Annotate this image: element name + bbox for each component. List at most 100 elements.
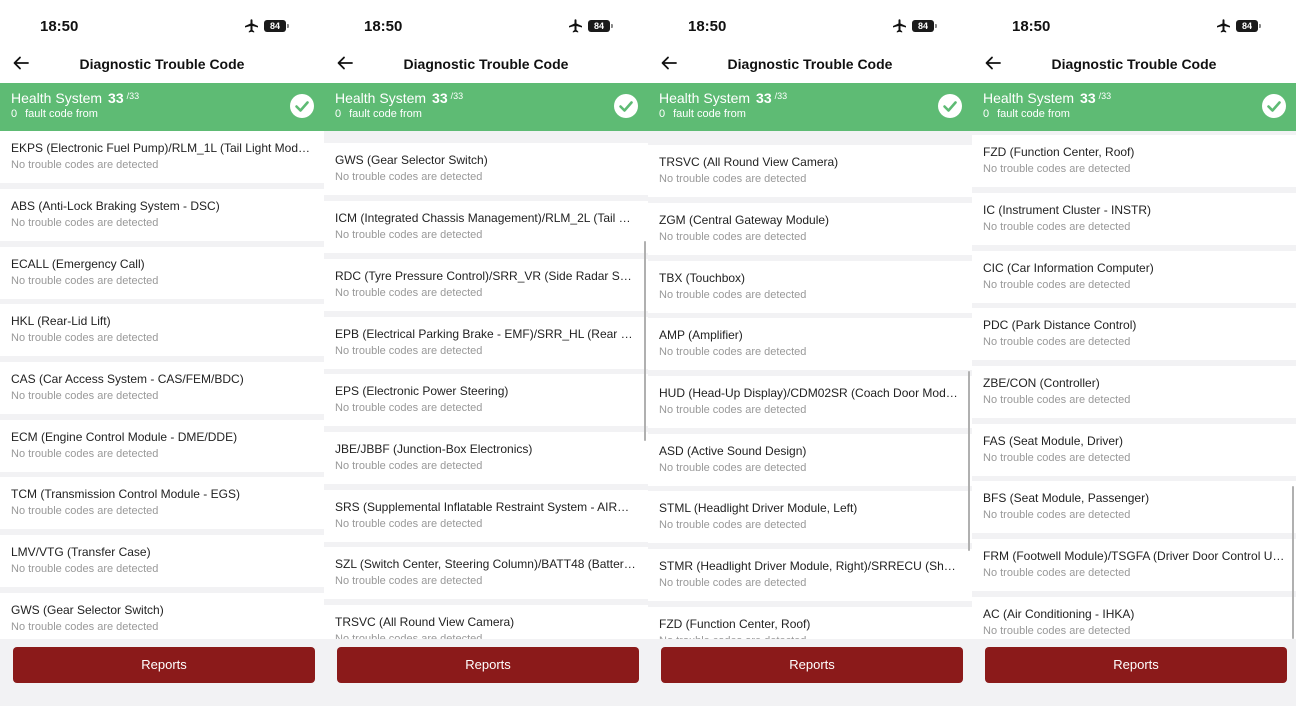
module-list-item[interactable]: EPB (Electrical Parking Brake - EMF)/SRR…	[324, 317, 648, 369]
module-list-item[interactable]: ABS (Anti-Lock Braking System - DSC) No t…	[0, 189, 324, 241]
module-list-item[interactable]: HUD (Head-Up Display)/CDM02SR (Coach Doo…	[648, 376, 972, 428]
module-list-item[interactable]: EKPS (Electronic Fuel Pump)/RLM_1L (Tail…	[0, 131, 324, 183]
module-list-item[interactable]: FZD (Function Center, Roof)No trouble co…	[972, 135, 1296, 187]
module-name: TRSVC (All Round View Camera)	[335, 615, 515, 629]
scrollbar[interactable]	[644, 241, 646, 441]
module-list-item[interactable]: LMV/VTG (Transfer Case) No trouble codes …	[0, 535, 324, 587]
module-list-item[interactable]: CAS (Car Access System - CAS/FEM/BDC) No …	[0, 362, 324, 414]
module-name: STML (Headlight Driver Module, Left)	[659, 501, 858, 515]
module-status: No trouble codes are detected	[659, 231, 807, 243]
module-list-item[interactable]: ECALL (Emergency Call) No trouble codes a…	[0, 247, 324, 299]
module-list[interactable]: TRSVC (All Round View Camera) No trouble …	[648, 131, 972, 639]
health-total: /33	[774, 91, 788, 101]
module-list-item[interactable]: GWS (Gear Selector Switch) No trouble cod…	[324, 143, 648, 195]
module-list-item[interactable]: FZD (Function Center, Roof)No trouble co…	[648, 607, 972, 639]
page-title: Diagnostic Trouble Code	[79, 56, 245, 72]
module-list-item[interactable]: GWS (Gear Selector Switch) No trouble cod…	[0, 593, 324, 639]
page-title: Diagnostic Trouble Code	[1051, 56, 1217, 72]
module-name: EKPS (Electronic Fuel Pump)/RLM_1L (Tail…	[11, 141, 313, 155]
module-list-item[interactable]: ZBE/CON (Controller) No trouble codes are…	[972, 366, 1296, 418]
module-list-item[interactable]: STML (Headlight Driver Module, Left) No t…	[648, 491, 972, 543]
module-list-item[interactable]: STMR (Headlight Driver Module, Right)/SR…	[648, 549, 972, 601]
module-list-item[interactable]: TCM (Transmission Control Module - EGS) N…	[0, 477, 324, 529]
module-name: GWS (Gear Selector Switch)	[11, 603, 164, 617]
module-list-item[interactable]: FAS (Seat Module, Driver) No trouble code…	[972, 424, 1296, 476]
check-mark-icon	[1267, 101, 1281, 112]
fault-summary: 0 fault code from	[335, 108, 422, 120]
module-status: No trouble codes are detected	[11, 390, 159, 402]
module-status: No trouble codes are detected	[659, 346, 807, 358]
airplane-mode-icon	[893, 19, 906, 33]
module-status: No trouble codes are detected	[335, 575, 483, 587]
module-status: No trouble codes are detected	[659, 173, 807, 185]
status-time: 18:50	[688, 18, 727, 35]
module-list-item[interactable]: TBX (Touchbox) No trouble codes are detec…	[648, 261, 972, 313]
module-list-item[interactable]: EPS (Electronic Power Steering) No troubl…	[324, 374, 648, 426]
module-list-item[interactable]: ASD (Active Sound Design) No trouble code…	[648, 434, 972, 486]
module-name: ABS (Anti-Lock Braking System - DSC)	[11, 199, 220, 213]
module-name: CAS (Car Access System - CAS/FEM/BDC)	[11, 372, 244, 386]
module-list-item[interactable]: IC (Instrument Cluster - INSTR) No troubl…	[972, 193, 1296, 245]
check-circle-icon	[938, 94, 962, 118]
module-list-item[interactable]: AC (Air Conditioning - IHKA) No trouble c…	[972, 597, 1296, 639]
module-status: No trouble codes are detected	[335, 287, 483, 299]
reports-button[interactable]: Reports	[985, 647, 1287, 683]
status-bar: 18:50 84	[324, 18, 648, 38]
module-status: No trouble codes are detected	[983, 567, 1131, 579]
module-list-item[interactable]: FRM (Footwell Module)/TSGFA (Driver Door…	[972, 539, 1296, 591]
module-list[interactable]: GWS (Gear Selector Switch) No trouble cod…	[324, 131, 648, 639]
health-system-label: Health System 33/33	[659, 90, 787, 106]
battery-icon: 84	[264, 20, 289, 32]
module-name: PDC (Park Distance Control)	[983, 318, 1137, 332]
screen-1: 18:50 84 Diagnostic Trouble Code Health Sys…	[0, 0, 324, 706]
module-status: No trouble codes are detected	[335, 171, 483, 183]
module-name: HUD (Head-Up Display)/CDM02SR (Coach Doo…	[659, 386, 961, 400]
module-list-item[interactable]: SZL (Switch Center, Steering Column)/BAT…	[324, 547, 648, 599]
reports-button[interactable]: Reports	[13, 647, 315, 683]
module-status: No trouble codes are detected	[659, 462, 807, 474]
module-list-item[interactable]: HKL (Rear-Lid Lift) No trouble codes are …	[0, 304, 324, 356]
module-name: TRSVC (All Round View Camera)	[659, 155, 839, 169]
check-circle-icon	[614, 94, 638, 118]
status-bar: 18:50 84	[972, 18, 1296, 38]
module-list-item[interactable]: AMP (Amplifier) No trouble codes are dete…	[648, 318, 972, 370]
module-list-item[interactable]: ICM (Integrated Chassis Management)/RLM_…	[324, 201, 648, 253]
module-list-item[interactable]: CIC (Car Information Computer) No trouble…	[972, 251, 1296, 303]
module-name: JBE/JBBF (Junction-Box Electronics)	[335, 442, 533, 456]
module-list-item[interactable]: TRSVC (All Round View Camera) No trouble …	[648, 145, 972, 197]
module-list-item[interactable]: PDC (Park Distance Control) No trouble co…	[972, 308, 1296, 360]
module-list-item[interactable]: RDC (Tyre Pressure Control)/SRR_VR (Side…	[324, 259, 648, 311]
check-mark-icon	[619, 101, 633, 112]
module-status: No trouble codes are detected	[983, 509, 1131, 521]
module-list-item[interactable]: ECM (Engine Control Module - DME/DDE) No …	[0, 420, 324, 472]
module-name: ECM (Engine Control Module - DME/DDE)	[11, 430, 238, 444]
module-name: TBX (Touchbox)	[659, 271, 746, 285]
module-status: No trouble codes are detected	[11, 505, 159, 517]
status-time: 18:50	[364, 18, 403, 35]
airplane-mode-icon	[1217, 19, 1230, 33]
reports-button[interactable]: Reports	[337, 647, 639, 683]
module-list-item[interactable]: JBE/JBBF (Junction-Box Electronics) No tr…	[324, 432, 648, 484]
screen-4: 18:50 84 Diagnostic Trouble Code Health Sys…	[972, 0, 1296, 706]
module-status: No trouble codes are detected	[11, 275, 159, 287]
module-list-item[interactable]: BFS (Seat Module, Passenger) No trouble c…	[972, 481, 1296, 533]
scrollbar[interactable]	[968, 371, 970, 551]
module-list-item[interactable]: SRS (Supplemental Inflatable Restraint S…	[324, 490, 648, 542]
module-name: HKL (Rear-Lid Lift)	[11, 314, 111, 328]
module-list-item[interactable]: ZGM (Central Gateway Module) No trouble c…	[648, 203, 972, 255]
module-name: STMR (Headlight Driver Module, Right)/SR…	[659, 559, 961, 573]
check-circle-icon	[1262, 94, 1286, 118]
status-bar: 18:50 84	[648, 18, 972, 38]
scrollbar[interactable]	[1292, 486, 1294, 639]
module-status: No trouble codes are detected	[659, 404, 807, 416]
bottom-bar: Reports	[0, 639, 324, 706]
module-status: No trouble codes are detected	[11, 448, 159, 460]
health-count: 33	[432, 90, 448, 106]
module-list[interactable]: FZD (Function Center, Roof) No trouble co…	[972, 131, 1296, 639]
module-status: No trouble codes are detected	[659, 577, 807, 589]
module-list-item[interactable]: TRSVC (All Round View Camera) No trouble …	[324, 605, 648, 639]
health-label-text: Health System	[335, 90, 427, 106]
reports-button[interactable]: Reports	[661, 647, 963, 683]
module-list[interactable]: EKPS (Electronic Fuel Pump)/RLM_1L (Tail…	[0, 131, 324, 639]
page-title: Diagnostic Trouble Code	[403, 56, 569, 72]
